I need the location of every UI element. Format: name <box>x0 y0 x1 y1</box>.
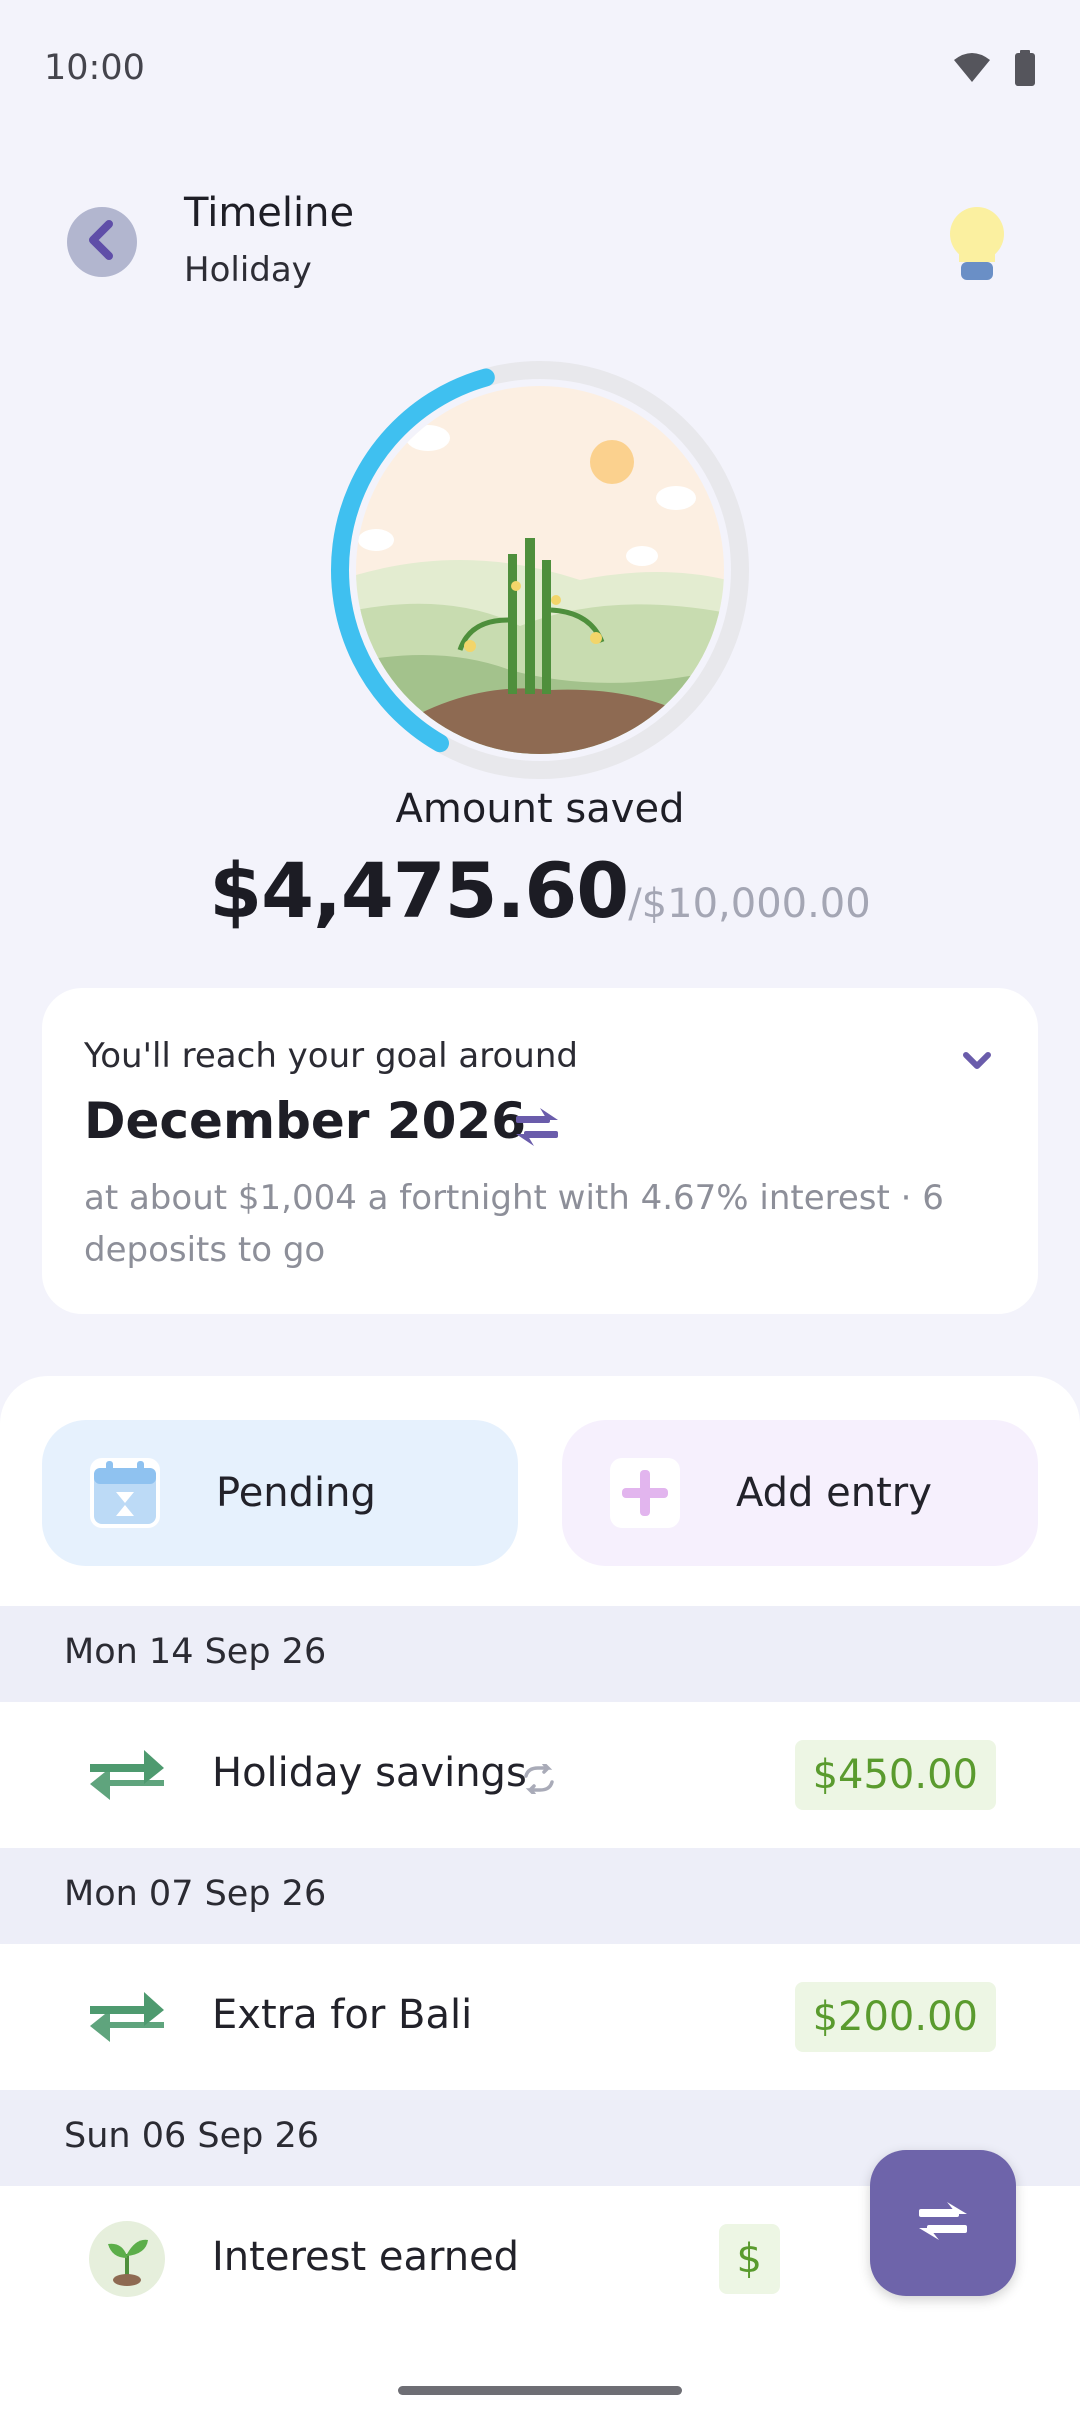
lightbulb-icon[interactable] <box>944 204 1010 288</box>
transaction-label: Extra for Bali <box>212 1992 473 2038</box>
status-icons <box>952 50 1036 90</box>
goal-date: December 2026 <box>84 1092 526 1150</box>
transfer-fab-button[interactable] <box>870 2150 1016 2296</box>
page-title: Timeline <box>184 190 355 236</box>
amount-saved-label: Amount saved <box>395 786 685 832</box>
transfer-icon <box>88 1982 166 2052</box>
transaction-amount: $200.00 <box>794 1982 996 2052</box>
add-entry-label: Add entry <box>736 1470 932 1516</box>
date-header-label: Mon 14 Sep 26 <box>64 1632 327 1672</box>
date-header: Mon 14 Sep 26 <box>0 1606 1080 1702</box>
pending-label: Pending <box>216 1470 376 1516</box>
plant-illustration <box>356 386 724 754</box>
swap-icon <box>915 2196 971 2250</box>
amount-row: $4,475.60/$10,000.00 <box>0 846 1080 935</box>
back-button[interactable] <box>67 207 137 277</box>
amount-saved-value: $4,475.60 <box>209 846 629 935</box>
date-header-label: Mon 07 Sep 26 <box>64 1874 327 1914</box>
sprout-icon <box>88 2221 166 2297</box>
swap-icon[interactable] <box>512 1104 562 1150</box>
transaction-label: Holiday savings <box>212 1750 527 1796</box>
chevron-down-icon[interactable] <box>960 1044 994 1078</box>
goal-amount: /$10,000.00 <box>628 881 871 927</box>
status-time: 10:00 <box>44 48 145 88</box>
transaction-label: Interest earned <box>212 2234 520 2280</box>
date-header-label: Sun 06 Sep 26 <box>64 2116 319 2156</box>
transaction-row[interactable]: Extra for Bali $200.00 <box>0 1944 1080 2090</box>
goal-detail-text: at about $1,004 a fortnight with 4.67% i… <box>84 1178 944 1270</box>
home-indicator[interactable] <box>398 2386 682 2395</box>
add-entry-button[interactable]: Add entry <box>562 1420 1038 1566</box>
chevron-left-icon <box>85 220 119 264</box>
recurring-icon <box>522 1762 556 1796</box>
transfer-icon <box>88 1740 166 1810</box>
goal-projection-card[interactable]: You'll reach your goal around December 2… <box>42 988 1038 1314</box>
page-subtitle: Holiday <box>184 250 312 290</box>
savings-progress-ring <box>320 350 760 790</box>
transaction-row[interactable]: Holiday savings $450.00 <box>0 1702 1080 1848</box>
goal-intro-text: You'll reach your goal around <box>84 1036 578 1076</box>
pending-button[interactable]: Pending <box>42 1420 518 1566</box>
calendar-icon <box>90 1458 160 1528</box>
wifi-icon <box>952 52 992 88</box>
battery-icon <box>1014 50 1036 90</box>
transaction-amount: $450.00 <box>794 1740 996 1810</box>
date-header: Mon 07 Sep 26 <box>0 1848 1080 1944</box>
transaction-amount: $ <box>718 2224 780 2294</box>
plus-icon <box>610 1458 680 1528</box>
